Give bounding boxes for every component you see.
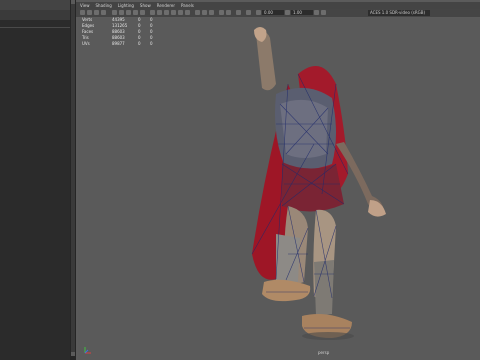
camera-icon[interactable] [80, 10, 85, 15]
backface-icon[interactable] [209, 10, 214, 15]
textured-icon[interactable] [171, 10, 176, 15]
lock-icon[interactable] [87, 10, 92, 15]
panel-header [0, 0, 70, 10]
shadows-icon[interactable] [185, 10, 190, 15]
menu-renderer[interactable]: Renderer [157, 2, 175, 9]
scroll-up-button[interactable] [71, 0, 75, 4]
menu-shading[interactable]: Shading [96, 2, 112, 9]
outliner-panel [0, 0, 71, 360]
exposure-icon[interactable] [256, 10, 261, 15]
resolution-gate-icon[interactable] [126, 10, 131, 15]
film-gate-icon[interactable] [119, 10, 124, 15]
hud-value: 0 [138, 41, 141, 46]
isolate-select-icon[interactable] [246, 10, 251, 15]
color-manage-icon[interactable] [321, 10, 326, 15]
scroll-down-button[interactable] [71, 352, 75, 356]
lighting-icon[interactable] [178, 10, 183, 15]
divider [0, 27, 70, 28]
view-transform-icon[interactable] [314, 10, 319, 15]
xray-icon[interactable] [195, 10, 200, 15]
gate-mask-icon[interactable] [133, 10, 138, 15]
view-transform-select[interactable]: ACES 1.0 SDR-video (sRGB) [368, 9, 430, 16]
antialias-icon[interactable] [226, 10, 231, 15]
hud-value: 89877 [112, 41, 125, 46]
depth-of-field-icon[interactable] [236, 10, 241, 15]
camera-name-label: persp [318, 350, 330, 355]
gamma-icon[interactable] [285, 10, 290, 15]
field-chart-icon[interactable] [140, 10, 145, 15]
panel-tab[interactable] [0, 10, 70, 20]
panel-menubar: View Shading Lighting Show Renderer Pane… [76, 2, 480, 9]
gamma-field[interactable]: 1.00 [291, 10, 313, 15]
smooth-shade-icon[interactable] [157, 10, 162, 15]
grid-icon[interactable] [112, 10, 117, 15]
poly-count-hud: Verts 44395 0 0 Edges 131265 0 0 Faces 8… [82, 17, 162, 47]
exposure-field[interactable]: 0.00 [262, 10, 284, 15]
wireframe-on-shaded-icon[interactable] [164, 10, 169, 15]
menu-lighting[interactable]: Lighting [118, 2, 134, 9]
menu-view[interactable]: View [80, 2, 90, 9]
image-plane-icon[interactable] [101, 10, 106, 15]
hud-row: UVs 89877 0 0 [82, 41, 162, 47]
bookmark-icon[interactable] [94, 10, 99, 15]
scrollbar[interactable] [71, 0, 75, 356]
warrior-model[interactable] [236, 24, 396, 346]
hud-value: 0 [150, 41, 153, 46]
hud-label: UVs [82, 41, 90, 46]
menu-panels[interactable]: Panels [181, 2, 194, 9]
ambient-occlusion-icon[interactable] [219, 10, 224, 15]
menu-show[interactable]: Show [140, 2, 151, 9]
wireframe-icon[interactable] [150, 10, 155, 15]
xray-joints-icon[interactable] [202, 10, 207, 15]
axis-gizmo [84, 347, 91, 354]
